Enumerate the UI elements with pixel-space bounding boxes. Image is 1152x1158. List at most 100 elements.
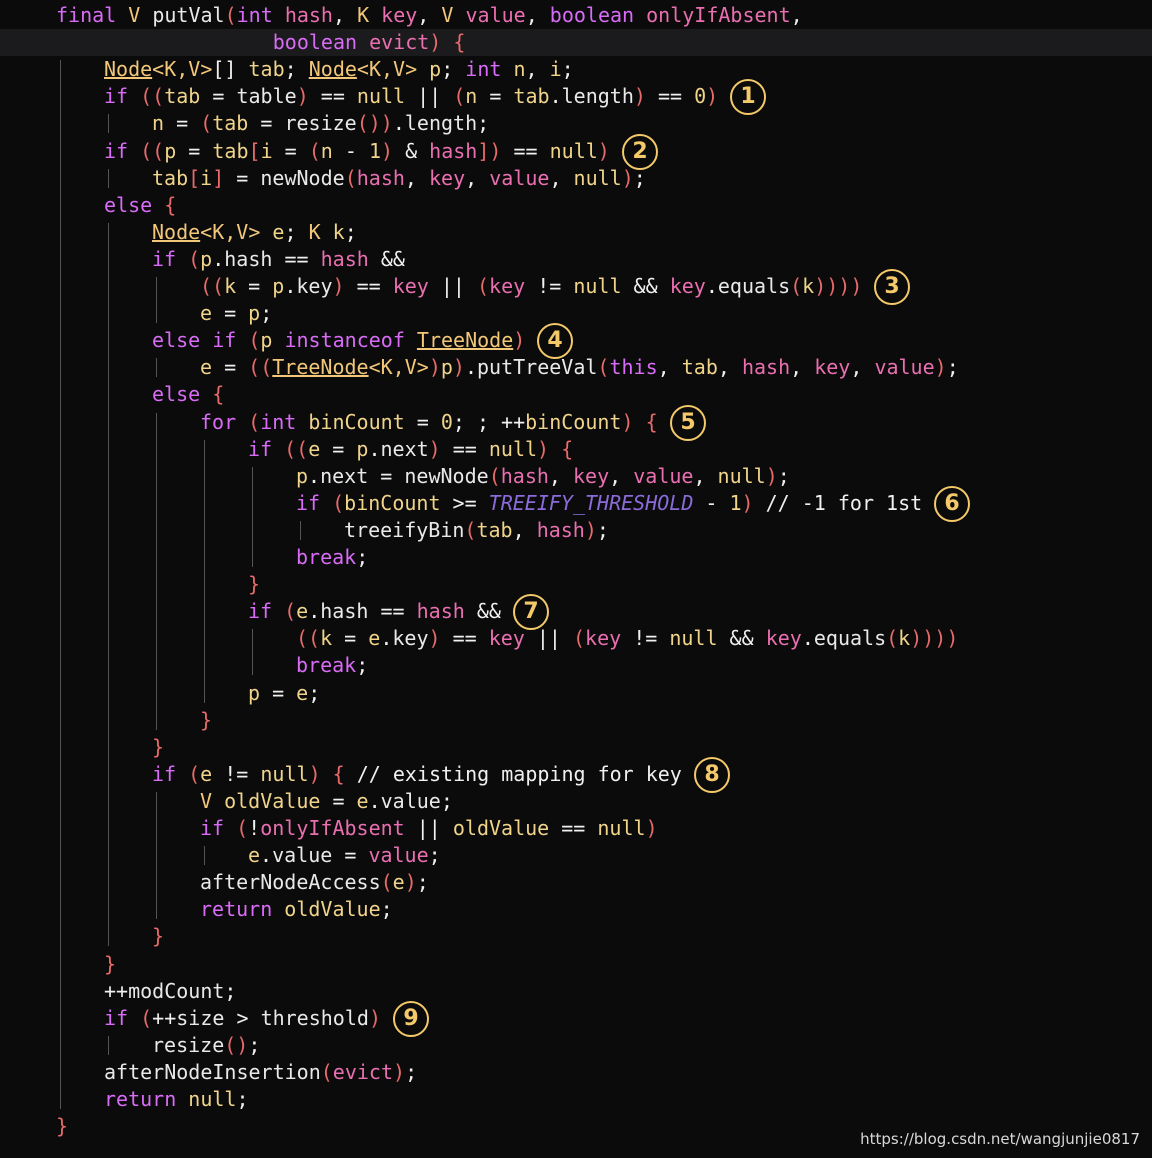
code-line[interactable]: for (int binCount = 0; ; ++binCount) { (0, 409, 658, 436)
code-token: if (152, 246, 189, 271)
code-token: ( (200, 111, 213, 136)
code-token: = (320, 436, 357, 461)
code-line[interactable]: ++modCount; (0, 978, 236, 1005)
code-token: if (248, 436, 285, 461)
code-line[interactable]: afterNodeInsertion(evict); (0, 1059, 417, 1086)
code-token: length (561, 84, 634, 109)
code-line[interactable]: Node<K,V>[] tab; Node<K,V> p; int n, i; (0, 56, 574, 83)
code-line[interactable]: else { (0, 381, 224, 408)
code-line[interactable]: return null; (0, 1086, 249, 1113)
code-line[interactable]: if ((tab = table) == null || (n = tab.le… (0, 83, 718, 110)
code-line[interactable]: else if (p instanceof TreeNode) (0, 327, 525, 354)
code-line[interactable]: } (0, 707, 212, 734)
code-line[interactable]: resize(); (0, 1032, 260, 1059)
code-line[interactable]: } (0, 571, 260, 598)
code-line[interactable]: final V putVal(int hash, K key, V value,… (0, 2, 803, 29)
code-token: ( (224, 3, 237, 27)
code-token: ) (513, 328, 526, 353)
code-token: ; (284, 219, 309, 244)
code-editor[interactable]: final V putVal(int hash, K key, V value,… (0, 0, 1152, 1158)
code-line[interactable]: } (0, 923, 164, 950)
code-line[interactable]: e.value = value; (0, 842, 441, 869)
code-token: null (717, 463, 766, 488)
code-line[interactable]: treeifyBin(tab, hash); (0, 517, 609, 544)
code-token: ! (248, 816, 261, 840)
code-line[interactable]: } (0, 951, 116, 978)
code-token: ; (284, 57, 309, 82)
code-token: || (405, 84, 454, 109)
code-token: { (453, 30, 466, 55)
code-line[interactable]: if (!onlyIfAbsent || oldValue == null) (0, 815, 658, 842)
code-token: p (296, 463, 309, 488)
code-line[interactable]: p.next = newNode(hash, key, value, null)… (0, 463, 790, 490)
code-token: p (429, 57, 442, 82)
code-token: = (236, 274, 273, 298)
code-token: putTreeVal (477, 355, 598, 380)
code-token: onlyIfAbsent (260, 816, 405, 840)
code-token: ( (886, 626, 899, 651)
code-token: tab (681, 355, 718, 380)
code-line[interactable]: if (p.hash == hash && (0, 246, 405, 273)
code-line[interactable]: if (++size > threshold) (0, 1005, 381, 1032)
code-token: > (224, 1005, 261, 1030)
code-line[interactable]: tab[i] = newNode(hash, key, value, null)… (0, 165, 646, 192)
code-line[interactable]: afterNodeAccess(e); (0, 869, 429, 896)
code-token: int (236, 3, 285, 27)
code-token: )))) (910, 626, 959, 651)
code-token: if (104, 1005, 141, 1030)
code-line[interactable]: break; (0, 652, 368, 679)
code-token: ) (584, 517, 597, 542)
code-token: ; (308, 680, 321, 705)
code-token: boolean (272, 30, 370, 55)
code-line[interactable]: e = p; (0, 300, 272, 327)
code-line[interactable]: return oldValue; (0, 896, 393, 923)
code-token: == (645, 84, 695, 109)
code-token: ( (188, 246, 201, 271)
code-token: ) (429, 30, 442, 55)
code-token: . (464, 355, 477, 380)
code-line[interactable]: else { (0, 192, 176, 219)
code-token: tab (476, 517, 513, 542)
code-line[interactable]: if ((p = tab[i = (n - 1) & hash]) == nul… (0, 138, 610, 165)
code-token: == (549, 816, 598, 840)
code-token: , (465, 165, 490, 190)
code-token: ] (212, 165, 225, 190)
code-line[interactable]: n = (tab = resize()).length; (0, 110, 489, 137)
code-token: . (368, 436, 381, 461)
code-token: k (320, 626, 333, 651)
code-line[interactable]: ((k = p.key) == key || (key != null && k… (0, 273, 862, 300)
code-line[interactable]: p = e; (0, 680, 320, 707)
code-line[interactable]: break; (0, 544, 368, 571)
code-token: 1 (729, 490, 742, 515)
code-token: p (356, 436, 369, 461)
code-token: i (200, 165, 213, 190)
code-line[interactable]: e = ((TreeNode<K,V>)p).putTreeVal(this, … (0, 354, 959, 381)
code-token: , (417, 3, 442, 27)
code-token: ()) (356, 111, 393, 136)
code-token: , (717, 355, 742, 380)
code-token: afterNodeInsertion (104, 1059, 321, 1084)
code-line[interactable]: if (e.hash == hash && (0, 598, 501, 625)
code-token: } (104, 951, 117, 976)
code-token: V (441, 3, 466, 27)
code-token: k (224, 274, 237, 298)
code-line[interactable]: } (0, 734, 164, 761)
code-token: ) (308, 761, 321, 786)
code-token: . (368, 788, 381, 813)
code-line[interactable]: if ((e = p.next) == null) { (0, 436, 573, 463)
code-line[interactable]: V oldValue = e.value; (0, 788, 453, 815)
code-line[interactable]: if (e != null) { // existing mapping for… (0, 761, 682, 788)
code-token: <K,V> (356, 57, 430, 82)
code-line[interactable]: ((k = e.key) == key || (key != null && k… (0, 625, 958, 652)
code-line[interactable]: Node<K,V> e; K k; (0, 219, 357, 246)
step-marker: 1 (730, 79, 766, 116)
code-line[interactable]: boolean evict) { (0, 29, 1152, 57)
code-token: . (284, 274, 297, 298)
code-token: ( (188, 761, 201, 786)
code-token: return (104, 1087, 189, 1111)
code-line[interactable]: if (binCount >= TREEIFY_THRESHOLD - 1) /… (0, 490, 922, 517)
code-token: if (152, 761, 189, 786)
code-token: ; (440, 788, 453, 813)
code-line[interactable]: } (0, 1113, 68, 1140)
code-token: . (392, 111, 405, 136)
